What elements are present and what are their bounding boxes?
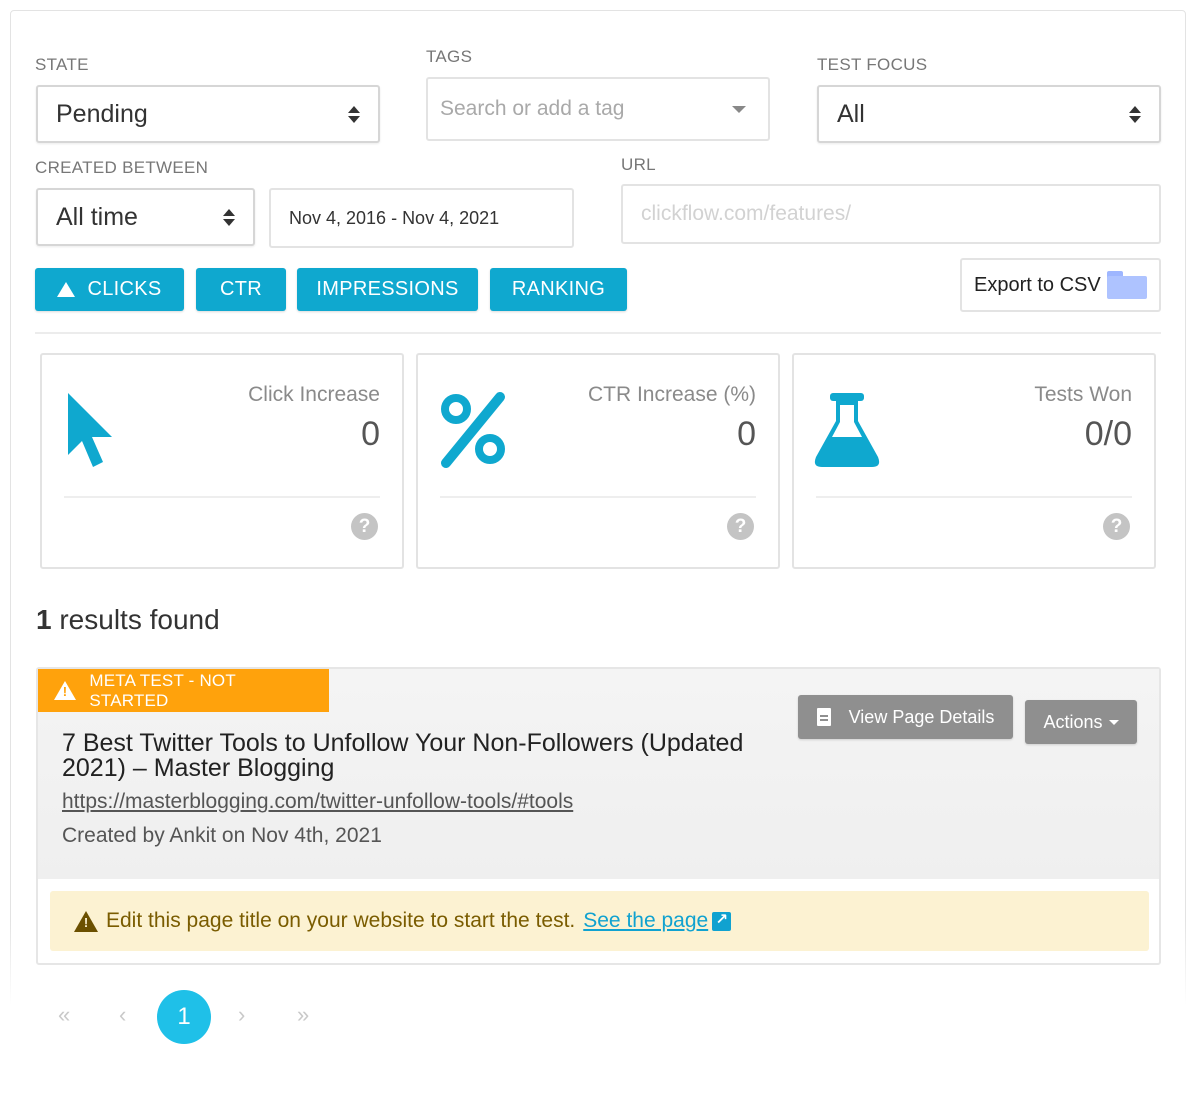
ctr-increase-card: CTR Increase (%) 0 ? — [416, 353, 780, 569]
export-label: Export to CSV — [974, 273, 1101, 296]
divider — [35, 332, 1161, 334]
ranking-button[interactable]: RANKING — [490, 268, 627, 311]
ctr-button[interactable]: CTR — [196, 268, 286, 311]
tests-won-card: Tests Won 0/0 ? — [792, 353, 1156, 569]
prev-page-button[interactable]: ‹ — [119, 1002, 126, 1028]
card-divider — [64, 496, 380, 498]
document-icon — [816, 708, 831, 726]
percent-icon — [441, 392, 505, 468]
chevron-down-icon — [732, 105, 746, 113]
card-value: 0 — [737, 415, 756, 453]
sort-arrows-icon — [223, 208, 235, 226]
actions-label: Actions — [1043, 711, 1103, 732]
page-button-current[interactable]: 1 — [157, 990, 211, 1044]
last-page-button[interactable]: » — [297, 1002, 309, 1028]
card-divider — [816, 496, 1132, 498]
status-badge-label: META TEST - NOT STARTED — [89, 670, 236, 710]
sort-arrows-icon — [1129, 105, 1141, 123]
results-number: 1 — [36, 604, 52, 635]
folder-icon — [1107, 271, 1147, 299]
warning-icon — [74, 910, 98, 932]
result-created: Created by Ankit on Nov 4th, 2021 — [62, 824, 382, 847]
results-count: 1 results found — [36, 604, 220, 636]
result-title: 7 Best Twitter Tools to Unfollow Your No… — [62, 729, 744, 782]
url-input[interactable]: clickflow.com/features/ — [621, 184, 1161, 244]
cursor-icon — [68, 393, 112, 467]
card-title: CTR Increase (%) — [587, 383, 756, 406]
alert-text: Edit this page title on your website to … — [106, 909, 576, 932]
tags-placeholder: Search or add a tag — [440, 97, 625, 120]
export-csv-button[interactable]: Export to CSV — [960, 258, 1161, 312]
status-badge: META TEST - NOT STARTED — [38, 669, 329, 712]
date-range-input[interactable]: Nov 4, 2016 - Nov 4, 2021 — [269, 188, 574, 248]
created-between-value: All time — [56, 202, 138, 231]
results-text: results found — [59, 604, 220, 635]
click-increase-card: Click Increase 0 ? — [40, 353, 404, 569]
tags-input[interactable]: Search or add a tag — [426, 77, 770, 141]
state-value: Pending — [56, 99, 148, 128]
url-label: URL — [621, 155, 656, 174]
url-placeholder: clickflow.com/features/ — [641, 202, 852, 225]
pagination: « ‹ 1 › » — [0, 990, 400, 1045]
alert-banner: Edit this page title on your website to … — [50, 891, 1149, 951]
test-focus-label: TEST FOCUS — [817, 55, 928, 74]
actions-dropdown[interactable]: Actions — [1025, 700, 1137, 744]
impressions-button[interactable]: IMPRESSIONS — [297, 268, 478, 311]
result-item: META TEST - NOT STARTED 7 Best Twitter T… — [36, 667, 1161, 965]
state-label: STATE — [35, 55, 89, 74]
card-title: Click Increase — [248, 383, 380, 406]
see-the-page-link[interactable]: See the page — [583, 909, 708, 933]
created-between-label: CREATED BETWEEN — [35, 158, 209, 177]
card-title: Tests Won — [1034, 383, 1132, 406]
test-focus-select[interactable]: All — [817, 85, 1161, 143]
tags-label: TAGS — [426, 47, 473, 66]
view-page-details-label: View Page Details — [848, 706, 995, 727]
first-page-button[interactable]: « — [58, 1002, 70, 1028]
help-icon[interactable]: ? — [727, 513, 754, 540]
state-select[interactable]: Pending — [36, 85, 380, 143]
warning-icon — [54, 681, 77, 700]
card-value: 0/0 — [1084, 415, 1132, 453]
sort-arrows-icon — [348, 105, 360, 123]
view-page-details-button[interactable]: View Page Details — [798, 695, 1013, 739]
caret-down-icon — [1108, 719, 1119, 725]
clicks-button[interactable]: CLICKS — [35, 268, 184, 311]
help-icon[interactable]: ? — [351, 513, 378, 540]
sort-up-icon — [57, 282, 76, 297]
flask-icon — [814, 393, 880, 467]
external-link-icon[interactable] — [712, 910, 732, 931]
test-focus-value: All — [837, 99, 865, 128]
next-page-button[interactable]: › — [238, 1002, 245, 1028]
card-divider — [440, 496, 756, 498]
card-value: 0 — [361, 415, 380, 453]
created-between-select[interactable]: All time — [36, 188, 255, 246]
date-range-value: Nov 4, 2016 - Nov 4, 2021 — [289, 207, 500, 228]
help-icon[interactable]: ? — [1103, 513, 1130, 540]
result-url-link[interactable]: https://masterblogging.com/twitter-unfol… — [62, 790, 573, 814]
